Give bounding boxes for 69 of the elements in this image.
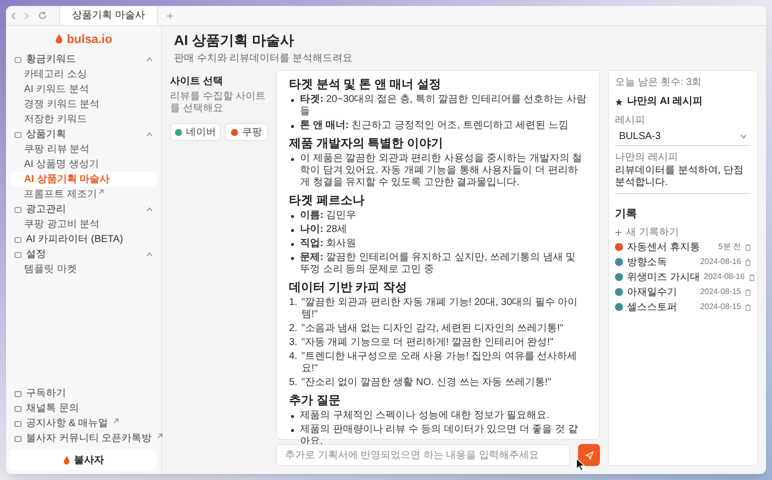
logo-text: bulsa.io xyxy=(66,31,112,48)
section-title: 사이트 선택 xyxy=(170,75,224,89)
site-option[interactable]: 쿠팡 xyxy=(225,123,268,141)
message-input-field[interactable]: 추가로 기획서에 반영되었으면 하는 내용을 입력해주세요 xyxy=(276,444,570,466)
list-item-text: "자동 개폐 기능으로 더 편리하게! 깔끔한 인테리어 완성!" xyxy=(301,337,554,349)
recipe-select[interactable]: BULSA-3 xyxy=(615,128,751,146)
history-date: 2024-08-16 xyxy=(700,256,741,268)
section-heading: 추가 질문 xyxy=(289,393,342,408)
sidebar-item[interactable]: 저장한 키워드 xyxy=(10,112,157,127)
history-title: 기록 xyxy=(615,207,638,222)
history-date: 5분 전 xyxy=(718,241,741,253)
sidebar-item[interactable]: 템플릿 마켓 xyxy=(10,262,157,277)
section-heading: 타겟 페르소나 xyxy=(289,193,366,208)
sidebar-item[interactable]: AI 키워드 분석 xyxy=(10,82,157,97)
history-item[interactable]: 아재일수기 2024-08-15 xyxy=(615,284,751,300)
field-label: 레시피 xyxy=(615,114,646,128)
list-item-text: "잔소리 없이 깔끔한 생활 NO. 신경 쓰는 자동 쓰레기통!" xyxy=(301,377,552,389)
list-item-text: 나이: 28세 xyxy=(300,224,348,236)
list-item-text: "트렌디한 내구성으로 오래 사용 가능! 집안의 여유를 선사하세요!" xyxy=(301,351,578,375)
field-label: 나만의 레시피 xyxy=(615,151,679,165)
list-number: 3. xyxy=(289,337,298,349)
footer-link[interactable]: 불사자 커뮤니티 오픈카톡방 xyxy=(10,431,167,446)
page-title: AI 상품기획 마술사 xyxy=(174,31,295,50)
list-item-text: 제품의 구체적인 스펙이나 성능에 대한 정보가 필요해요. xyxy=(300,410,550,422)
recipe-prompt-field[interactable]: 리뷰데이터를 분석하여, 단점 분석합니다. xyxy=(615,165,751,194)
sidebar-item[interactable]: AI 상품명 생성기 xyxy=(10,157,157,172)
history-item[interactable]: 셀스스토퍼 2024-08-15 xyxy=(615,300,751,314)
sidebar-item[interactable]: 쿠팡 광고비 분석 xyxy=(10,217,157,232)
list-item-text: 톤 앤 매너: 친근하고 긍정적인 어조, 트렌디하고 세련된 느낌 xyxy=(300,120,568,132)
page-subtitle: 판매 수치와 리뷰데이터를 분석해드려요 xyxy=(174,52,354,66)
history-date: 2024-08-16 xyxy=(704,271,745,283)
sidebar-section[interactable]: AI 카피라이터 (BETA) xyxy=(10,232,157,247)
footer-link[interactable]: 구독하기 xyxy=(10,386,70,401)
list-number: 2. xyxy=(289,323,298,335)
site-option[interactable]: 네이버 xyxy=(170,123,221,141)
list-number: 5. xyxy=(289,377,298,389)
section-heading: 타겟 분석 및 톤 앤 매너 설정 xyxy=(289,77,442,92)
history-item[interactable]: 방향소독 2024-08-16 xyxy=(615,254,751,270)
list-item-text: 이 제품은 깔끔한 외관과 편리한 사용성을 중시하는 개발자의 철학이 담겨 있어요. 자동 개폐 기능을 통해 사용자들이 더 편리하게 청결을 유지할 수 있도록 고안한 결과물입니다. xyxy=(300,153,584,189)
sidebar-section[interactable]: 설정 xyxy=(10,247,157,262)
list-item-text: "소음과 냄새 없는 디자인 감각, 세련된 디자인의 쓰레기통!" xyxy=(301,323,564,335)
footer-link[interactable]: 공지사항 & 매뉴얼 xyxy=(10,416,124,431)
section-hint: 리뷰를 수집할 사이트를 선택해요 xyxy=(170,91,267,115)
list-item-text: 직업: 회사원 xyxy=(300,238,356,250)
sidebar-section[interactable]: 상품기획 xyxy=(10,127,157,142)
history-item[interactable]: 위생미즈 가시대 2024-08-16 xyxy=(615,270,751,284)
sidebar-section[interactable]: 황금키워드 xyxy=(10,52,157,67)
browser-tab[interactable]: 상품기획 마술사 xyxy=(59,6,158,25)
list-item-text: 타겟: 20~30대의 젊은 층, 특히 깔끔한 인테리어를 선호하는 사람들 xyxy=(300,94,587,118)
history-date: 2024-08-15 xyxy=(700,286,741,298)
section-heading: 데이터 기반 카피 작성 xyxy=(289,280,408,295)
list-number: 1. xyxy=(289,297,298,310)
list-item-text: 문제: 깔끔한 인테리어를 유지하고 싶지만, 쓰레기통의 냄새 및 뚜껑 소리 등의 문제로 고민 중 xyxy=(300,252,577,276)
quota-text: 오늘 남은 횟수: 3회 xyxy=(615,76,703,90)
list-item-text: 이름: 김민우 xyxy=(300,210,356,222)
history-item[interactable]: 자동센서 휴지통 5분 전 xyxy=(615,240,751,254)
sidebar-item[interactable]: 경쟁 키워드 분석 xyxy=(10,97,157,112)
sidebar-item[interactable]: 쿠팡 리뷰 분석 xyxy=(10,142,157,157)
sidebar-item[interactable]: 프롬프트 제조기 xyxy=(10,187,157,202)
footer-link[interactable]: 채널톡 문의 xyxy=(10,401,83,416)
new-record-button[interactable]: 새 기록하기 xyxy=(615,224,751,240)
sidebar-item[interactable]: 카테고리 소싱 xyxy=(10,67,157,82)
panel-title: 나만의 AI 레시피 xyxy=(627,95,703,109)
user-button[interactable]: 불사자 xyxy=(10,450,157,470)
history-date: 2024-08-15 xyxy=(700,301,741,313)
list-item-text: "깔끔한 외관과 편리한 자동 개폐 기능! 20대, 30대의 필수 아이템!" xyxy=(301,297,579,321)
section-heading: 제품 개발자의 특별한 이야기 xyxy=(289,136,444,151)
sidebar-section[interactable]: 광고관리 xyxy=(10,202,157,217)
list-number: 4. xyxy=(289,351,298,364)
